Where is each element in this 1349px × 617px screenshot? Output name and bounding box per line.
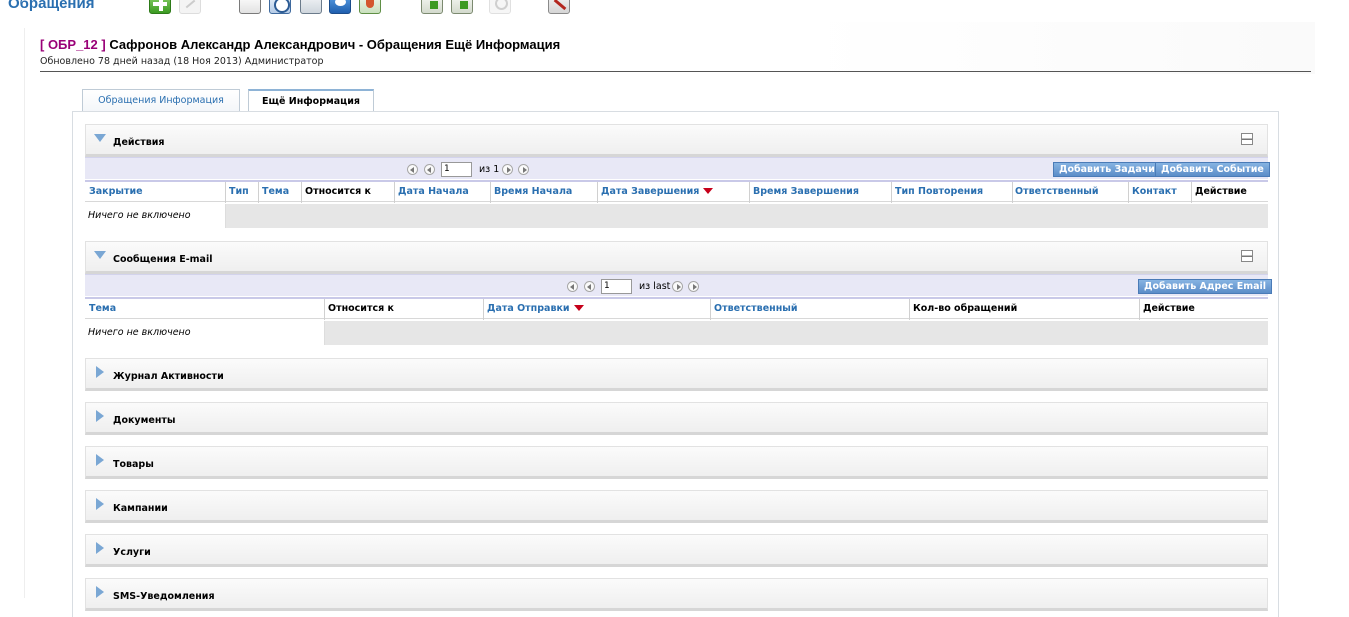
block-title: Услуги [113,547,151,558]
record-title: [ ОБР_12 ] Сафронов Александр Александро… [40,37,560,52]
emails-table-header: Тема Относится к Дата Отправки Ответстве… [85,297,1268,320]
calculator-icon[interactable] [300,0,322,14]
col-recurrence[interactable]: Тип Повторения [895,186,983,197]
emails-title: Сообщения E-mail [113,254,213,265]
tab-info[interactable]: Обращения Информация [82,89,240,112]
add-event-button[interactable]: Добавить Событие [1155,162,1270,177]
block-title: Журнал Активности [113,371,224,382]
last-page-icon[interactable] [688,281,699,292]
col-start-date[interactable]: Дата Начала [398,186,469,197]
activity-log-block-header[interactable]: Журнал Активности [85,358,1268,391]
block-title: Товары [113,459,154,470]
activities-block-header[interactable]: Действия [85,124,1268,157]
collapse-icon[interactable] [94,251,106,259]
prev-page-icon[interactable] [584,281,595,292]
col-assigned-to[interactable]: Ответственный [1015,186,1099,197]
emails-empty-row: Ничего не включено [85,321,1268,345]
next-page-icon[interactable] [672,281,683,292]
first-page-icon[interactable] [407,164,418,175]
tab-more-info[interactable]: Ещё Информация [248,89,374,112]
collapse-icon[interactable] [94,134,106,142]
page-input[interactable]: 1 [441,162,472,177]
record-updated: Обновлено 78 дней назад (18 Ноя 2013) Ад… [40,56,324,67]
empty-message: Ничего не включено [88,327,191,338]
expand-icon[interactable] [96,498,104,510]
col-subject[interactable]: Тема [89,303,116,314]
first-page-icon[interactable] [567,281,578,292]
page-count: из 1 [479,164,500,175]
col-related-to: Относится к [305,186,371,197]
add-email-button[interactable]: Добавить Адрес Email [1138,279,1273,294]
campaigns-block-header[interactable]: Кампании [85,490,1268,523]
col-subject[interactable]: Тема [262,186,289,197]
sort-desc-icon [703,188,714,194]
minimize-icon[interactable] [1241,133,1253,145]
col-due-time[interactable]: Время Завершения [753,186,859,197]
record-number: [ ОБР_12 ] [40,37,106,52]
col-contact[interactable]: Контакт [1132,186,1177,197]
col-related-to: Относится к [328,303,394,314]
minimize-icon[interactable] [1241,250,1253,262]
import-icon[interactable] [421,0,443,14]
record-name: Сафронов Александр Александрович - Обращ… [105,37,561,52]
col-assigned-to[interactable]: Ответственный [714,303,798,314]
expand-icon[interactable] [96,586,104,598]
col-due-date[interactable]: Дата Завершения [601,186,714,197]
clock-icon[interactable] [269,0,291,14]
page-input[interactable]: 1 [601,279,632,294]
page-count: из last [639,281,671,292]
block-title: Кампании [113,503,168,514]
add-icon[interactable] [149,0,171,14]
next-page-icon[interactable] [502,164,513,175]
products-block-header[interactable]: Товары [85,446,1268,479]
col-action: Действие [1195,186,1247,197]
documents-block-header[interactable]: Документы [85,402,1268,435]
prev-page-icon[interactable] [424,164,435,175]
module-title[interactable]: Обращения [8,0,94,12]
col-closing[interactable]: Закрытие [89,186,143,197]
sms-block-header[interactable]: SMS-Уведомления [85,578,1268,611]
emails-pager: 1 из last Добавить Адрес Email [85,274,1273,296]
export-icon[interactable] [451,0,473,14]
col-due-date-label: Дата Завершения [601,186,700,197]
emails-block-header[interactable]: Сообщения E-mail [85,241,1268,274]
activities-title: Действия [113,137,165,148]
expand-icon[interactable] [96,410,104,422]
edit-icon[interactable] [179,0,201,14]
activities-table-header: Закрытие Тип Тема Относится к Дата Начал… [85,180,1268,203]
document-icon[interactable] [239,0,261,14]
header-divider [40,71,1311,72]
col-action: Действие [1143,303,1195,314]
tools-icon[interactable] [548,0,570,14]
find-duplicates-icon[interactable] [489,0,511,14]
expand-icon[interactable] [96,454,104,466]
empty-message: Ничего не включено [88,210,191,221]
shield-icon[interactable] [359,0,381,14]
col-access-count: Кол-во обращений [913,303,1018,314]
services-block-header[interactable]: Услуги [85,534,1268,567]
col-type[interactable]: Тип [229,186,249,197]
activities-pager: 1 из 1 Добавить Задачи Добавить Событие [85,157,1270,179]
last-page-icon[interactable] [518,164,529,175]
activities-empty-row: Ничего не включено [85,204,1268,228]
col-sent-date-label: Дата Отправки [487,303,570,314]
block-title: SMS-Уведомления [113,591,215,602]
sort-desc-icon [573,305,584,311]
add-task-button[interactable]: Добавить Задачи [1053,162,1161,177]
col-sent-date[interactable]: Дата Отправки [487,303,584,314]
block-title: Документы [113,415,176,426]
expand-icon[interactable] [96,366,104,378]
expand-icon[interactable] [96,542,104,554]
chat-icon[interactable] [329,0,351,14]
col-start-time[interactable]: Время Начала [494,186,572,197]
